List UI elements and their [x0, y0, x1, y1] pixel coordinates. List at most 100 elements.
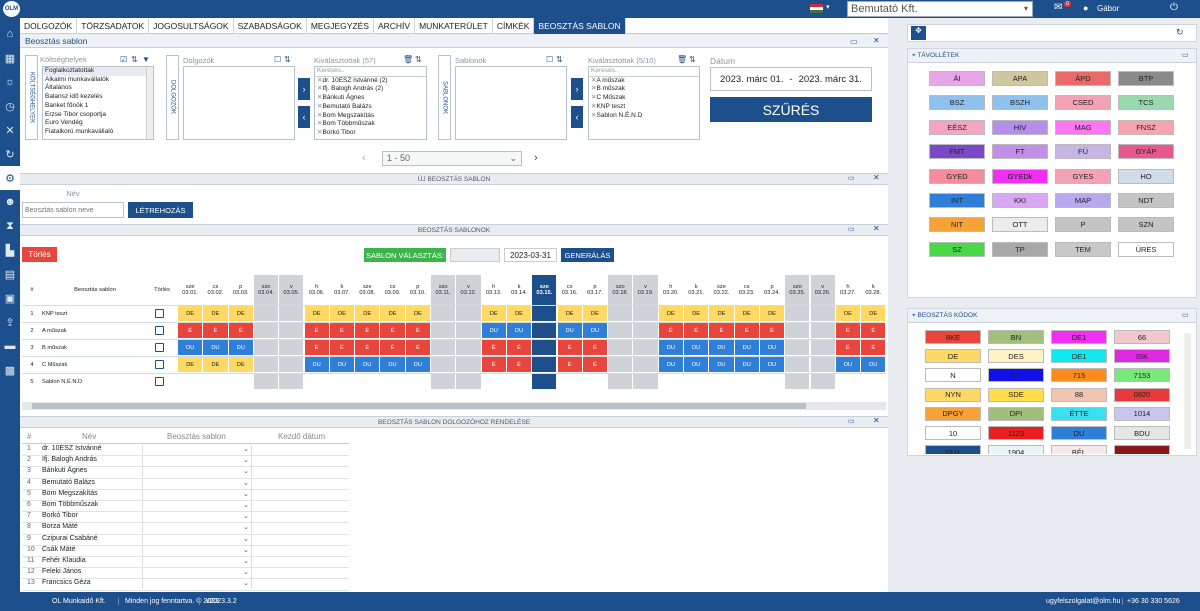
template-select[interactable]: [142, 467, 252, 478]
shift-cell[interactable]: [785, 340, 810, 355]
absence-code[interactable]: TCS: [1118, 95, 1174, 111]
refresh-icon[interactable]: ↻: [0, 142, 20, 166]
template-select[interactable]: [142, 445, 252, 455]
shift-code[interactable]: DE1: [1051, 330, 1107, 344]
delete-button[interactable]: Törlés: [22, 247, 57, 262]
trash-icon-2[interactable]: 🗑: [677, 55, 687, 64]
shift-cell[interactable]: DE: [861, 306, 886, 321]
absence-code[interactable]: CSED: [1055, 95, 1111, 111]
footer-email[interactable]: ugyfelszolgalat@olm.hu: [1046, 598, 1120, 605]
shift-cell[interactable]: [633, 374, 658, 389]
shift-cell[interactable]: DU: [734, 357, 759, 372]
shift-cell[interactable]: É: [658, 323, 683, 338]
absence-code[interactable]: NIT: [929, 217, 985, 233]
factory-icon[interactable]: ▙: [0, 238, 20, 262]
absence-code[interactable]: BTP: [1118, 71, 1174, 86]
shift-cell[interactable]: DE: [582, 306, 608, 321]
home-icon[interactable]: ⌂: [0, 22, 20, 46]
absence-code[interactable]: GYED: [929, 168, 985, 184]
shift-cell[interactable]: É: [178, 323, 203, 338]
chevron-down-icon[interactable]: ⌄: [243, 490, 249, 498]
move-left-button[interactable]: ‹: [298, 106, 310, 128]
shift-cell[interactable]: [532, 374, 557, 389]
absence-code[interactable]: FÜ: [1055, 144, 1111, 160]
shift-cell[interactable]: [279, 323, 304, 338]
row-template-name[interactable]: C Műszak: [42, 356, 148, 373]
absence-code[interactable]: ÁPD: [1055, 71, 1111, 86]
shift-cell[interactable]: [709, 374, 733, 389]
cost-list[interactable]: Foglalkoztatottak Alkalmi munkavállalók …: [42, 66, 154, 140]
calendar-icon[interactable]: ▦: [0, 46, 20, 70]
list-item[interactable]: ✕KNP teszt: [589, 103, 699, 112]
shift-cell[interactable]: É: [861, 340, 886, 355]
shift-cell[interactable]: DU: [203, 340, 228, 355]
shift-cell[interactable]: [456, 306, 481, 321]
shift-cell[interactable]: DU: [861, 357, 886, 372]
list-item[interactable]: ✕Borkó Tibor: [315, 129, 426, 138]
absence-code[interactable]: INT: [929, 193, 985, 208]
shift-code[interactable]: 713: [988, 368, 1044, 383]
shift-cell[interactable]: [229, 374, 253, 389]
shift-cell[interactable]: [659, 374, 683, 389]
start-date-input[interactable]: [254, 546, 349, 556]
shift-cell[interactable]: [431, 306, 456, 321]
olm-logo[interactable]: OLM: [3, 1, 20, 17]
menu-jogosultsagok[interactable]: JOGOSULTSÁGOK: [149, 17, 234, 34]
shift-code[interactable]: DPI: [988, 406, 1044, 421]
list-item[interactable]: ✕Bom Megszakítás: [315, 112, 426, 121]
list-item[interactable]: Banket főnök 1: [43, 102, 153, 111]
shift-cell[interactable]: DU: [380, 357, 405, 372]
filter-button[interactable]: SZŰRÉS: [710, 97, 872, 122]
shift-cell[interactable]: DE: [481, 306, 506, 321]
move-left-button-2[interactable]: ‹: [571, 106, 583, 128]
shift-cell[interactable]: É: [304, 323, 329, 338]
footer-phone[interactable]: +36 30 330 5626: [1122, 598, 1180, 605]
shift-code[interactable]: ÉTTE: [1051, 406, 1107, 421]
list-item[interactable]: ✕Ifj. Balogh András (2): [315, 85, 426, 94]
template-select[interactable]: [142, 501, 252, 511]
shift-cell[interactable]: É: [582, 340, 608, 355]
shift-cell[interactable]: DE: [658, 306, 683, 321]
shift-cell[interactable]: [456, 374, 481, 389]
shift-cell[interactable]: [253, 306, 279, 321]
shift-cell[interactable]: DE: [228, 357, 253, 372]
shift-cell[interactable]: DU: [835, 357, 861, 372]
mail-icon[interactable]: ✉: [1054, 2, 1062, 13]
window-restore-icon[interactable]: ▭: [850, 37, 858, 46]
template-select[interactable]: [142, 456, 252, 467]
shift-code[interactable]: 1014: [1114, 406, 1170, 421]
shift-cell[interactable]: [760, 374, 784, 389]
shift-cell[interactable]: [253, 323, 279, 338]
shift-cell[interactable]: DU: [759, 340, 785, 355]
shift-cell[interactable]: DU: [355, 357, 380, 372]
template-select[interactable]: [142, 579, 252, 590]
generate-date-input[interactable]: 2023-03-31: [504, 248, 557, 262]
list-item[interactable]: Euro Vendég: [43, 119, 153, 128]
list-item[interactable]: ✕B műszak: [589, 85, 699, 94]
shift-cell[interactable]: É: [405, 323, 430, 338]
shift-cell[interactable]: DU: [329, 357, 355, 372]
shift-cell[interactable]: É: [709, 323, 734, 338]
template-select[interactable]: [142, 557, 252, 567]
template-select[interactable]: [142, 534, 252, 545]
calendar-grid-icon[interactable]: ▩: [0, 358, 20, 382]
list-item[interactable]: ✕Bánkuti Ágnes: [315, 94, 426, 103]
row-delete-checkbox[interactable]: [155, 326, 164, 335]
absence-code[interactable]: APA: [992, 71, 1048, 86]
shift-cell[interactable]: É: [684, 323, 709, 338]
user-name[interactable]: Gábor: [1097, 4, 1119, 13]
menu-dolgozok[interactable]: DOLGOZÓK: [20, 17, 78, 34]
shift-code[interactable]: SDE: [988, 387, 1044, 402]
close-icon[interactable]: ✕: [873, 224, 880, 233]
shift-code[interactable]: 88: [1051, 387, 1107, 402]
template-select[interactable]: [142, 545, 252, 556]
shift-code[interactable]: 1904: [988, 445, 1044, 454]
search-input[interactable]: Keresés..: [315, 67, 426, 77]
absence-code[interactable]: MAG: [1055, 119, 1111, 135]
chevron-down-icon[interactable]: ⌄: [243, 445, 249, 453]
clock-icon[interactable]: ◷: [0, 94, 20, 118]
absence-code[interactable]: HO: [1118, 168, 1174, 184]
absence-code[interactable]: BSZH: [992, 95, 1048, 111]
shift-cell[interactable]: DU: [709, 357, 734, 372]
row-template-name[interactable]: B műszak: [42, 339, 148, 356]
